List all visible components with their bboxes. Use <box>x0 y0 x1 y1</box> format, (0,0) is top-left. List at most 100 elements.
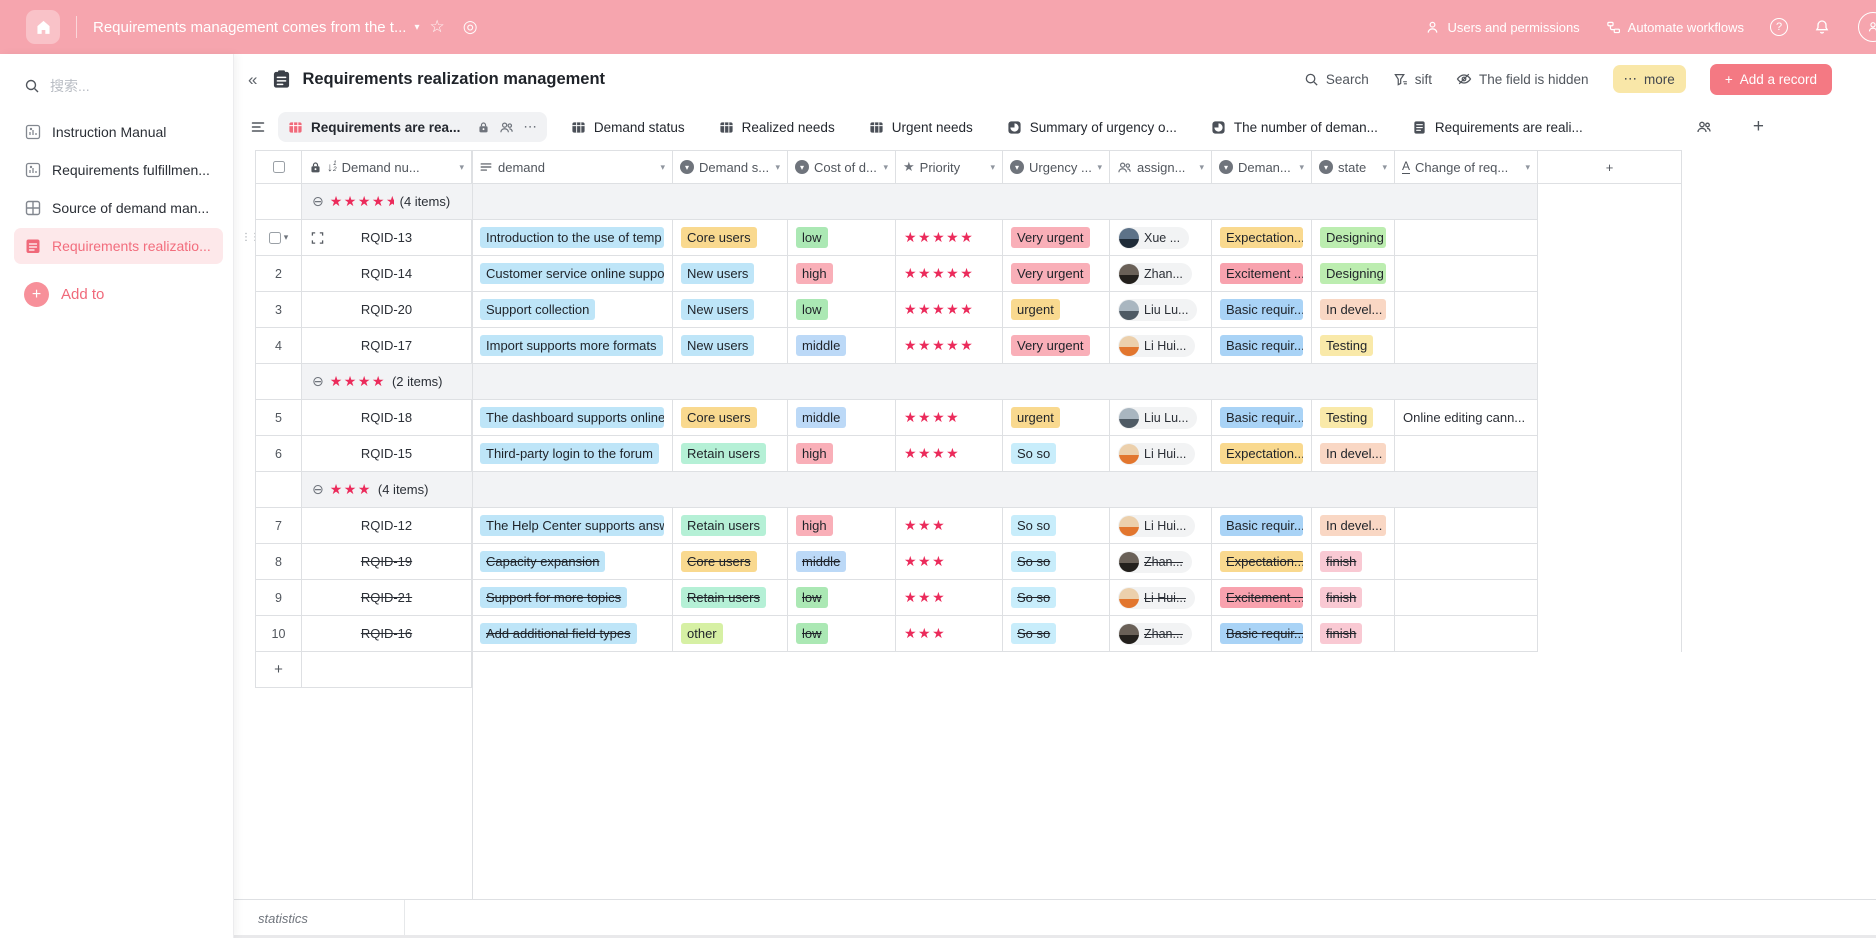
cell-assign[interactable]: Li Hui... <box>1110 508 1212 544</box>
cell-change[interactable] <box>1395 508 1538 544</box>
cell-urgency[interactable]: So so <box>1003 580 1110 616</box>
cell-priority[interactable]: ★★★★★ <box>896 256 1003 292</box>
add-row[interactable]: + <box>245 652 1682 688</box>
cell-source[interactable]: New users <box>673 256 788 292</box>
cell-source[interactable]: other <box>673 616 788 652</box>
row-head-cell[interactable]: 4 <box>255 328 302 364</box>
add-row-span-cell[interactable] <box>302 652 472 688</box>
view-list-icon[interactable] <box>250 119 266 135</box>
cell-priority[interactable]: ★★★ <box>896 616 1003 652</box>
cell-urgency[interactable]: So so <box>1003 436 1110 472</box>
column-header-source[interactable]: ▾Demand s...▾ <box>673 150 788 184</box>
home-button[interactable] <box>26 10 60 44</box>
cell-state[interactable]: finish <box>1312 616 1395 652</box>
ellipsis-icon[interactable]: ⋯ <box>523 119 537 135</box>
cell-source[interactable]: New users <box>673 328 788 364</box>
cell-demand_number[interactable]: RQID-15 <box>302 436 472 472</box>
cell-priority[interactable]: ★★★ <box>896 544 1003 580</box>
cell-demand_number[interactable]: RQID-14 <box>302 256 472 292</box>
more-button[interactable]: ⋯ more <box>1613 65 1686 93</box>
group-summary-cell[interactable]: ⊖★★★★(2 items) <box>302 364 1538 400</box>
cell-demand_number[interactable]: RQID-16 <box>302 616 472 652</box>
cell-source[interactable]: Core users <box>673 400 788 436</box>
cell-assign[interactable]: Zhan... <box>1110 616 1212 652</box>
cell-change[interactable] <box>1395 292 1538 328</box>
select-all-cell[interactable] <box>255 150 302 184</box>
group-summary-cell[interactable]: ⊖★★★(4 items) <box>302 472 1538 508</box>
cell-assign[interactable]: Zhan... <box>1110 256 1212 292</box>
cell-priority[interactable]: ★★★ <box>896 508 1003 544</box>
cell-type[interactable]: Expectation... <box>1212 544 1312 580</box>
cell-source[interactable]: New users <box>673 292 788 328</box>
cell-change[interactable] <box>1395 580 1538 616</box>
cell-state[interactable]: In devel... <box>1312 508 1395 544</box>
cell-priority[interactable]: ★★★★ <box>896 400 1003 436</box>
row-head-cell[interactable]: 5 <box>255 400 302 436</box>
cell-cost[interactable]: middle <box>788 400 896 436</box>
cell-demand_number[interactable]: RQID-12 <box>302 508 472 544</box>
cell-assign[interactable]: Li Hui... <box>1110 580 1212 616</box>
cell-source[interactable]: Retain users <box>673 436 788 472</box>
view-tab-4[interactable]: Urgent needs <box>859 113 983 142</box>
cell-demand[interactable]: The Help Center supports answ <box>472 508 673 544</box>
cell-demand_number[interactable]: RQID-13 <box>302 220 472 256</box>
add-column-header[interactable]: + <box>1538 150 1682 184</box>
cell-state[interactable]: In devel... <box>1312 436 1395 472</box>
column-header-demand_number[interactable]: ↓12Demand nu...▾ <box>302 150 472 184</box>
cell-demand[interactable]: Third-party login to the forum <box>472 436 673 472</box>
notifications-bell-icon[interactable] <box>1814 19 1830 35</box>
row-head-cell[interactable]: 6 <box>255 436 302 472</box>
chevron-down-icon[interactable]: ▾ <box>1382 162 1387 173</box>
search-records-button[interactable]: Search <box>1304 72 1369 87</box>
user-avatar[interactable] <box>1858 12 1876 42</box>
cell-urgency[interactable]: Very urgent <box>1003 220 1110 256</box>
sidebar-item-1[interactable]: Instruction Manual <box>14 114 223 150</box>
search-input[interactable]: 搜索... <box>24 76 215 96</box>
cell-urgency[interactable]: So so <box>1003 508 1110 544</box>
cell-demand[interactable]: Add additional field types <box>472 616 673 652</box>
cell-priority[interactable]: ★★★★ <box>896 436 1003 472</box>
view-tab-3[interactable]: Realized needs <box>709 113 845 142</box>
collapse-group-icon[interactable]: ⊖ <box>312 481 324 498</box>
collapse-group-icon[interactable]: ⊖ <box>312 373 324 390</box>
group-summary-cell[interactable]: ⊖★★★★★(4 items) <box>302 184 1538 220</box>
column-header-change[interactable]: AChange of req...▾ <box>1395 150 1538 184</box>
cell-assign[interactable]: Li Hui... <box>1110 436 1212 472</box>
cell-assign[interactable]: Liu Lu... <box>1110 400 1212 436</box>
cell-demand[interactable]: Introduction to the use of temp <box>472 220 673 256</box>
chevron-down-icon[interactable]: ▾ <box>1097 162 1102 173</box>
column-header-urgency[interactable]: ▾Urgency ...▾ <box>1003 150 1110 184</box>
cell-source[interactable]: Core users <box>673 544 788 580</box>
row-head-cell[interactable]: 7 <box>255 508 302 544</box>
column-header-state[interactable]: ▾state▾ <box>1312 150 1395 184</box>
cell-demand[interactable]: Support collection <box>472 292 673 328</box>
cell-state[interactable]: In devel... <box>1312 292 1395 328</box>
cell-source[interactable]: Retain users <box>673 580 788 616</box>
view-tab-7[interactable]: Requirements are reali... <box>1402 113 1593 142</box>
cell-cost[interactable]: high <box>788 508 896 544</box>
cell-change[interactable] <box>1395 220 1538 256</box>
cell-type[interactable]: Basic requir... <box>1212 292 1312 328</box>
column-header-assign[interactable]: assign...▾ <box>1110 150 1212 184</box>
view-tab-2[interactable]: Demand status <box>561 113 695 142</box>
cell-cost[interactable]: high <box>788 436 896 472</box>
view-tab-5[interactable]: Summary of urgency o... <box>997 113 1187 142</box>
cell-type[interactable]: Expectation... <box>1212 220 1312 256</box>
cell-urgency[interactable]: urgent <box>1003 400 1110 436</box>
cell-priority[interactable]: ★★★★★ <box>896 328 1003 364</box>
cell-change[interactable] <box>1395 436 1538 472</box>
row-head-cell[interactable]: 2 <box>255 256 302 292</box>
cell-cost[interactable]: low <box>788 616 896 652</box>
cell-state[interactable]: Testing <box>1312 400 1395 436</box>
cell-urgency[interactable]: So so <box>1003 544 1110 580</box>
row-head-cell[interactable]: 3 <box>255 292 302 328</box>
collapse-group-icon[interactable]: ⊖ <box>312 193 324 210</box>
cell-type[interactable]: Excitement ... <box>1212 256 1312 292</box>
cell-state[interactable]: Testing <box>1312 328 1395 364</box>
users-permissions-button[interactable]: Users and permissions <box>1425 20 1579 35</box>
cell-change[interactable] <box>1395 616 1538 652</box>
automate-workflows-button[interactable]: Automate workflows <box>1606 20 1744 35</box>
cell-demand[interactable]: Import supports more formats <box>472 328 673 364</box>
column-header-cost[interactable]: ▾Cost of d...▾ <box>788 150 896 184</box>
view-tab-6[interactable]: The number of deman... <box>1201 113 1388 142</box>
